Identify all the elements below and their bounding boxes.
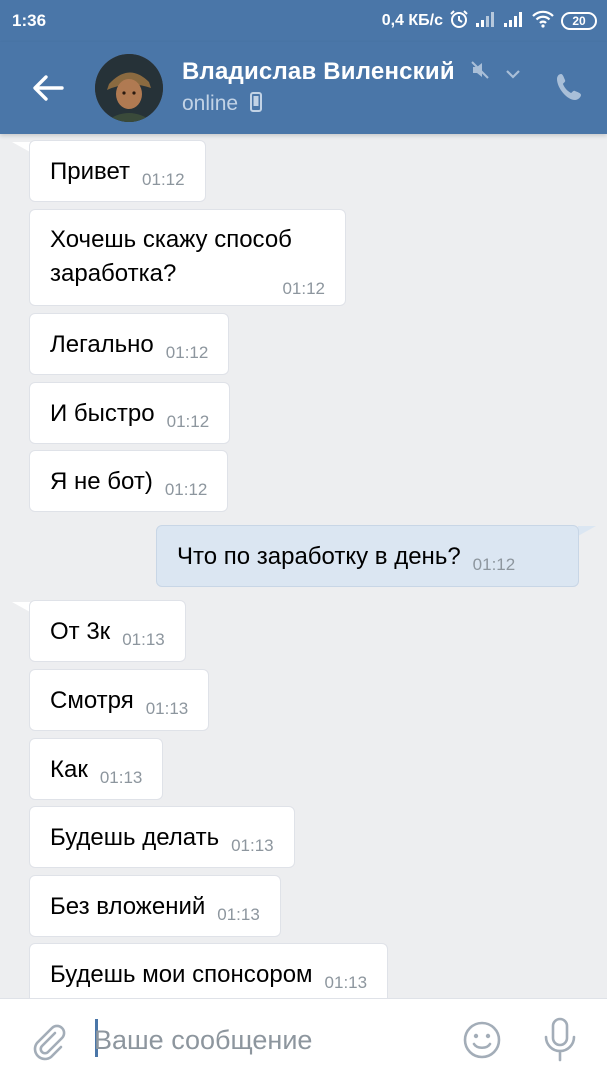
paperclip-icon — [33, 1024, 66, 1061]
bubble-tail — [12, 602, 30, 612]
message-in[interactable]: Я не бот) 01:12 — [29, 450, 229, 512]
message-text: Будешь мои спонсором — [50, 961, 313, 988]
message-time: 01:13 — [145, 699, 189, 718]
message-text: Будешь делать — [50, 824, 220, 851]
mobile-device-icon — [249, 92, 262, 118]
status-time: 1:36 — [12, 11, 47, 30]
battery-indicator: 20 — [561, 12, 597, 30]
status-right: 0,4 КБ/с 20 — [382, 8, 597, 34]
message-in[interactable]: И быстро 01:12 — [29, 382, 231, 444]
message-in[interactable]: Без вложений 01:13 — [29, 875, 281, 937]
message-list[interactable]: Привет 01:12 Хочешь скажу способ заработк… — [0, 134, 607, 998]
microphone-icon — [544, 1017, 576, 1062]
message-input[interactable] — [94, 1017, 444, 1063]
composer-bar — [0, 998, 607, 1080]
signal-icon — [503, 10, 525, 33]
message-text: Смотря — [50, 687, 134, 714]
message-time: 01:12 — [282, 279, 325, 298]
message-time: 01:12 — [164, 480, 208, 499]
message-in[interactable]: Будешь делать 01:13 — [29, 806, 295, 868]
message-text: Легально — [50, 331, 154, 358]
message-time: 01:12 — [165, 343, 209, 362]
contact-name[interactable]: Владислав Виленский — [182, 58, 521, 87]
message-time: 01:13 — [217, 905, 260, 924]
message-time: 01:13 — [122, 630, 165, 649]
voice-message-button[interactable] — [542, 1017, 578, 1063]
message-in[interactable]: Легально 01:12 — [29, 313, 230, 375]
emoji-button[interactable] — [462, 1020, 502, 1060]
message-in[interactable]: Хочешь скажу способ заработка? 01:12 — [29, 209, 346, 306]
message-text: Что по заработку в день? — [177, 543, 461, 570]
message-text: От 3к — [50, 618, 111, 645]
message-time: 01:13 — [99, 768, 143, 787]
signal-icon — [475, 10, 497, 33]
message-out[interactable]: Что по заработку в день? 01:12 — [156, 525, 579, 587]
bubble-tail — [12, 142, 30, 152]
attach-button[interactable] — [28, 1021, 68, 1061]
muted-speaker-icon — [470, 59, 490, 87]
message-in[interactable]: Привет 01:12 — [29, 140, 206, 202]
bubble-tail — [578, 526, 596, 536]
message-text: Без вложений — [50, 893, 206, 920]
avatar[interactable] — [95, 54, 163, 122]
smiley-icon — [463, 1021, 501, 1059]
message-text: Хочешь скажу способ — [50, 226, 292, 253]
message-text: Я не бот) — [50, 468, 153, 495]
chevron-down-icon[interactable] — [505, 59, 521, 87]
message-in[interactable]: Как 01:13 — [29, 738, 164, 800]
back-button[interactable] — [28, 70, 68, 106]
message-in[interactable]: Будешь мои спонсором 01:13 — [29, 943, 389, 998]
status-bar: 1:36 0,4 КБ/с 20 — [0, 0, 607, 42]
message-text: И быстро — [50, 400, 155, 427]
message-in[interactable]: Смотря 01:13 — [29, 669, 210, 731]
message-in[interactable]: От 3к 01:13 — [29, 600, 186, 662]
message-text: Привет — [50, 158, 131, 185]
alarm-icon — [449, 9, 469, 34]
message-time: 01:13 — [231, 836, 274, 855]
call-button[interactable] — [554, 70, 584, 104]
wifi-icon — [531, 10, 555, 33]
message-time: 01:12 — [472, 555, 516, 574]
message-text: Как — [50, 756, 88, 783]
network-speed: 0,4 КБ/с — [381, 12, 443, 29]
phone-icon — [557, 74, 581, 100]
chat-header: Владислав Виленский online — [0, 42, 607, 134]
message-time: 01:12 — [142, 170, 185, 189]
arrow-left-icon — [33, 75, 64, 101]
contact-status: online — [182, 92, 262, 118]
message-time: 01:13 — [324, 973, 368, 992]
message-time: 01:12 — [166, 412, 210, 431]
